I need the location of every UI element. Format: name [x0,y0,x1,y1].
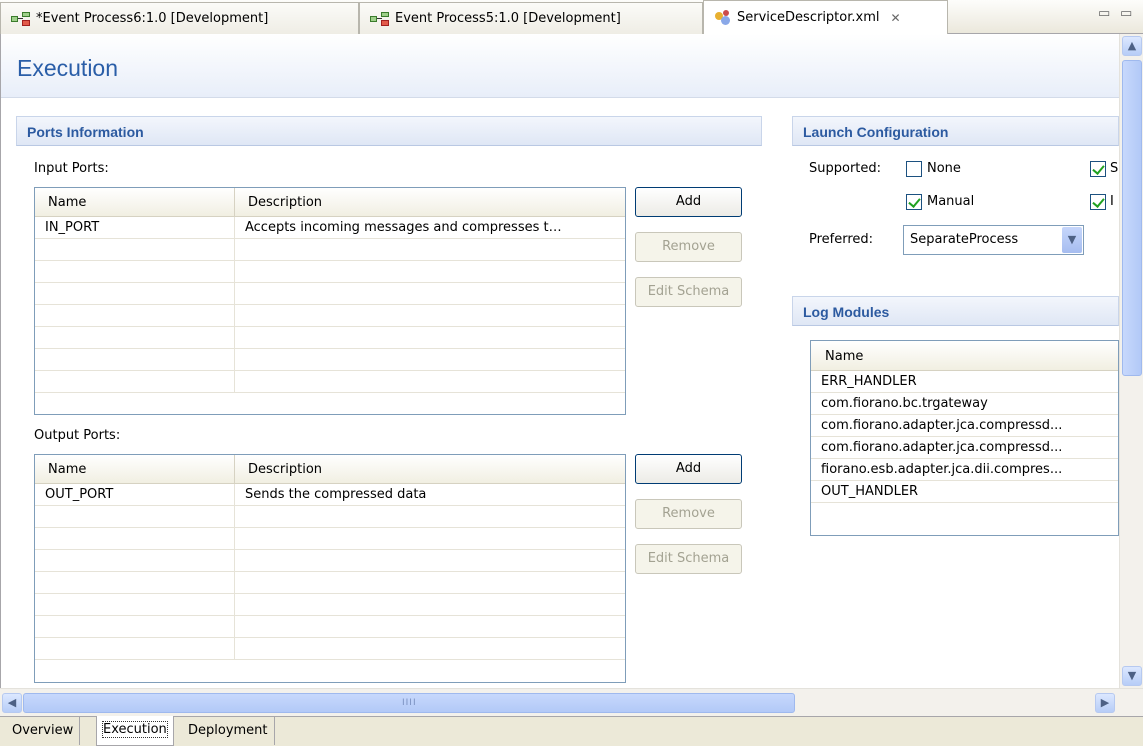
table-header: Name Description [35,188,625,217]
ports-section-header: Ports Information [16,116,762,146]
edit-output-schema-button[interactable]: Edit Schema [635,544,742,574]
editor-page-tabs: Overview Execution Deployment [0,716,1143,746]
log-modules-section-header: Log Modules [792,296,1119,326]
input-ports-label: Input Ports: [34,161,109,176]
log-modules-table[interactable]: Name ERR_HANDLER com.fiorano.bc.trgatewa… [810,340,1119,536]
remove-output-port-button[interactable]: Remove [635,499,742,529]
separate-process-checkbox[interactable] [1090,161,1106,177]
table-row[interactable]: IN_PORT Accepts incoming messages and co… [35,217,625,239]
preferred-launch-value: SeparateProcess [910,232,1019,247]
editor-tab-bar: *Event Process6:1.0 [Development] Event … [0,0,1143,34]
scroll-grip: IIII [402,698,417,708]
execution-form: Execution Ports Information Input Ports:… [0,34,1143,688]
preferred-label: Preferred: [809,232,874,247]
input-ports-table[interactable]: Name Description IN_PORT Accepts incomin… [34,187,626,415]
column-header-description[interactable]: Description [235,455,625,483]
list-item[interactable]: fiorano.esb.adapter.jca.dii.compres... [811,459,1118,481]
list-item[interactable]: com.fiorano.bc.trgateway [811,393,1118,415]
vertical-scrollbar[interactable]: ▲ ▼ [1119,34,1143,688]
port-description-cell: Sends the compressed data [245,487,427,502]
tab-label: Deployment [188,723,268,738]
tab-label: Overview [12,723,74,738]
in-memory-checkbox-label: I [1110,194,1114,209]
column-header-name[interactable]: Name [35,188,235,216]
remove-input-port-button[interactable]: Remove [635,232,742,262]
in-memory-checkbox[interactable] [1090,194,1106,210]
preferred-launch-select[interactable]: SeparateProcess ▼ [903,225,1084,255]
chevron-down-icon[interactable]: ▼ [1062,227,1082,253]
list-item[interactable]: com.fiorano.adapter.jca.compressd... [811,437,1118,459]
none-checkbox[interactable] [906,161,922,177]
edit-input-schema-button[interactable]: Edit Schema [635,277,742,307]
output-ports-table[interactable]: Name Description OUT_PORT Sends the comp… [34,454,626,683]
scroll-down-icon[interactable]: ▼ [1122,666,1142,686]
tab-label: Event Process5:1.0 [Development] [395,11,621,26]
port-description-cell: Accepts incoming messages and compresses… [245,220,562,235]
horizontal-scrollbar[interactable]: ◀ IIII ▶ [0,688,1143,716]
tab-service-descriptor[interactable]: ServiceDescriptor.xml ✕ [703,0,948,34]
output-ports-label: Output Ports: [34,428,121,443]
column-header-name[interactable]: Name [811,341,1118,371]
tab-event-process6[interactable]: *Event Process6:1.0 [Development] [0,2,359,34]
event-process-icon [370,11,390,26]
port-name-cell: IN_PORT [35,217,235,238]
add-input-port-button[interactable]: Add [635,187,742,217]
tab-label: ServiceDescriptor.xml [737,10,880,25]
column-header-name[interactable]: Name [35,455,235,483]
port-name-cell: OUT_PORT [35,484,235,505]
close-tab-icon[interactable]: ✕ [891,11,901,25]
scroll-up-icon[interactable]: ▲ [1122,36,1142,56]
minimize-icon[interactable]: ▭ [1098,6,1110,21]
separate-process-checkbox-label: S [1110,161,1119,176]
event-process-icon [11,11,31,26]
column-header-description[interactable]: Description [235,188,625,216]
tab-label: Execution [102,721,168,738]
tab-deployment[interactable]: Deployment [182,717,275,745]
none-checkbox-label: None [927,161,961,176]
scroll-left-icon[interactable]: ◀ [2,693,22,713]
xml-editor-icon [714,9,732,26]
list-item[interactable]: OUT_HANDLER [811,481,1118,503]
list-item[interactable]: ERR_HANDLER [811,371,1118,393]
horizontal-scroll-thumb[interactable]: IIII [23,693,795,713]
supported-label: Supported: [809,161,882,176]
maximize-icon[interactable]: ▭ [1120,6,1132,21]
launch-section-header: Launch Configuration [792,116,1119,146]
tab-label: *Event Process6:1.0 [Development] [36,11,269,26]
table-row[interactable]: OUT_PORT Sends the compressed data [35,484,625,506]
list-item[interactable]: com.fiorano.adapter.jca.compressd... [811,415,1118,437]
table-header: Name Description [35,455,625,484]
manual-checkbox[interactable] [906,194,922,210]
tab-execution[interactable]: Execution [96,716,174,746]
page-title: Execution [17,55,119,81]
tab-overview[interactable]: Overview [6,717,81,745]
form-title-bar: Execution [1,34,1119,98]
add-output-port-button[interactable]: Add [635,454,742,484]
tab-event-process5[interactable]: Event Process5:1.0 [Development] [359,2,703,34]
vertical-scroll-thumb[interactable] [1122,60,1142,376]
scroll-right-icon[interactable]: ▶ [1095,693,1115,713]
manual-checkbox-label: Manual [927,194,975,209]
